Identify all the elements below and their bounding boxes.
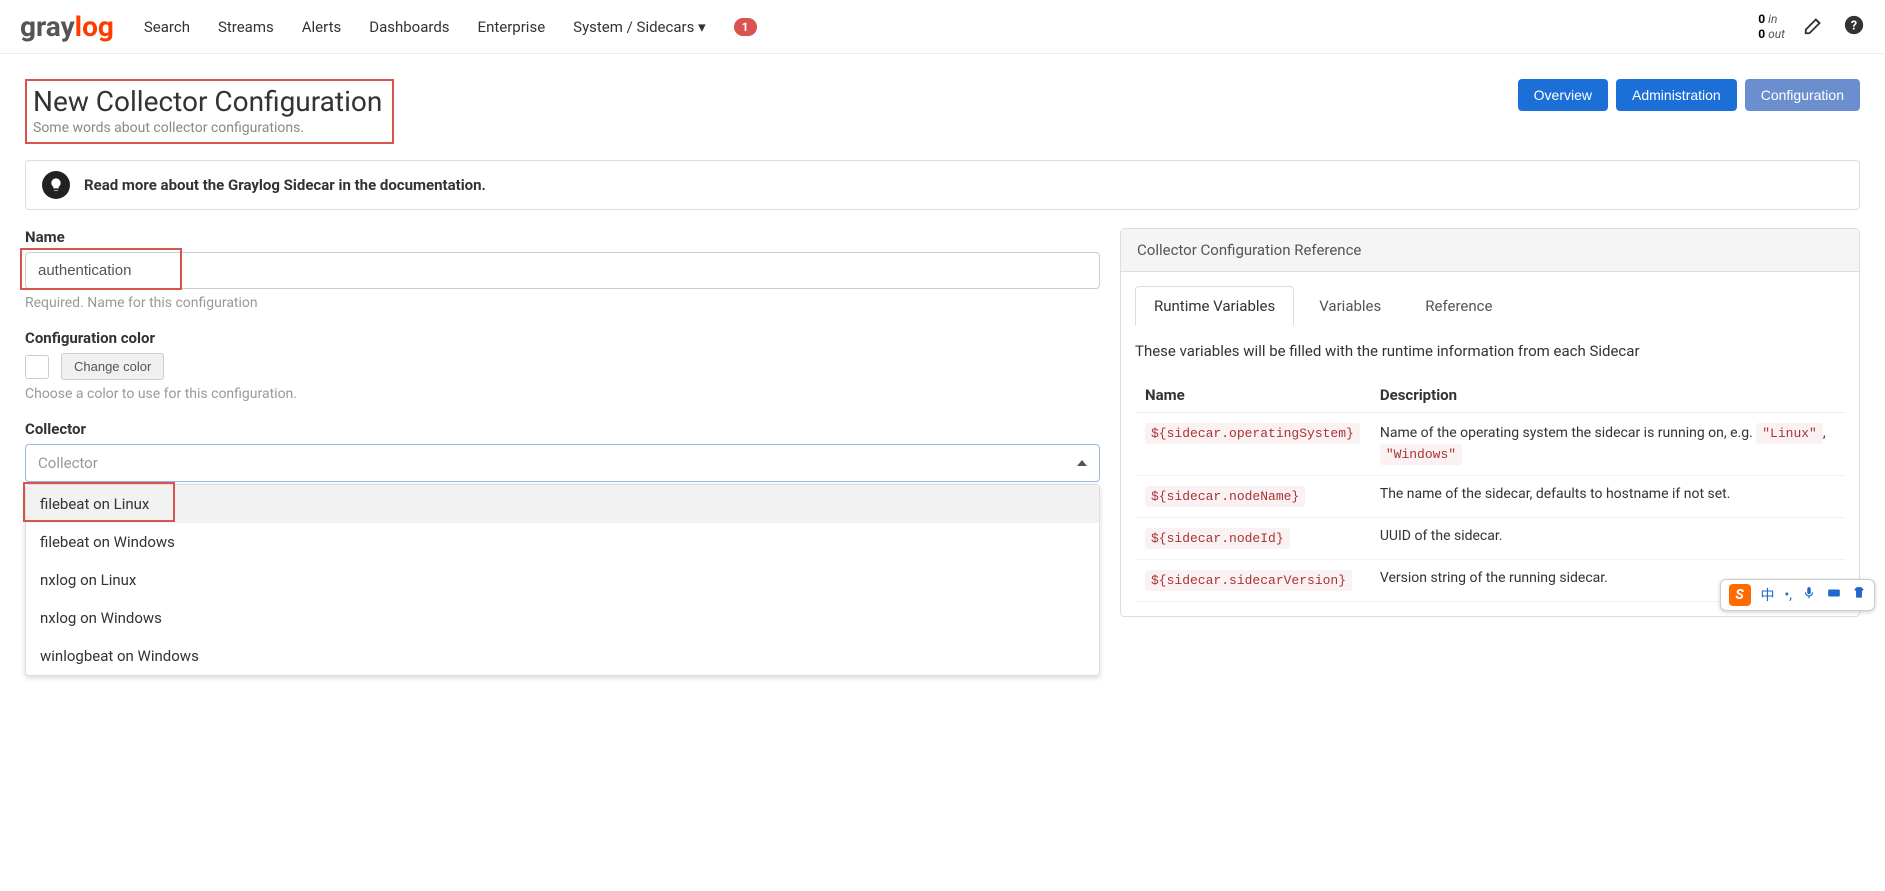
color-swatch[interactable] xyxy=(25,355,49,379)
ime-keyboard-icon[interactable] xyxy=(1826,586,1842,604)
svg-text:?: ? xyxy=(1851,18,1857,33)
page-header: New Collector Configuration Some words a… xyxy=(10,64,1875,154)
ime-punct-icon[interactable]: •, xyxy=(1785,587,1792,603)
option-nxlog-windows[interactable]: nxlog on Windows xyxy=(26,599,1099,637)
var-desc: UUID of the sidecar. xyxy=(1370,518,1845,560)
ime-logo-icon: S xyxy=(1729,584,1751,606)
nav-system[interactable]: System / Sidecars ▾ xyxy=(573,18,705,36)
edit-icon[interactable] xyxy=(1803,14,1825,40)
var-name: ${sidecar.sidecarVersion} xyxy=(1145,570,1352,591)
nav-search[interactable]: Search xyxy=(144,18,190,36)
option-filebeat-linux[interactable]: filebeat on Linux xyxy=(26,485,1099,523)
tabs: Runtime Variables Variables Reference xyxy=(1135,286,1845,326)
page-subtitle: Some words about collector configuration… xyxy=(33,120,382,136)
color-label: Configuration color xyxy=(25,329,1100,347)
nav-alerts[interactable]: Alerts xyxy=(302,18,342,36)
panel-header: Collector Configuration Reference xyxy=(1121,229,1859,272)
page-title: New Collector Configuration xyxy=(33,85,382,118)
reference-panel: Collector Configuration Reference Runtim… xyxy=(1120,228,1860,617)
ime-mic-icon[interactable] xyxy=(1802,586,1816,604)
configuration-button[interactable]: Configuration xyxy=(1745,79,1860,111)
title-block: New Collector Configuration Some words a… xyxy=(25,79,394,144)
tab-variables[interactable]: Variables xyxy=(1300,286,1400,326)
ime-lang[interactable]: 中 xyxy=(1761,585,1775,605)
nav-dashboards[interactable]: Dashboards xyxy=(369,18,449,36)
collector-placeholder: Collector xyxy=(38,454,98,472)
table-row: ${sidecar.operatingSystem} Name of the o… xyxy=(1135,413,1845,476)
col-name: Name xyxy=(1135,378,1370,413)
nav-right: 0 in 0 out ? xyxy=(1758,12,1865,41)
overview-button[interactable]: Overview xyxy=(1518,79,1608,111)
reference-column: Collector Configuration Reference Runtim… xyxy=(1120,228,1860,617)
tab-reference[interactable]: Reference xyxy=(1406,286,1511,326)
reference-table: Name Description ${sidecar.operatingSyst… xyxy=(1135,378,1845,602)
caret-up-icon xyxy=(1077,460,1087,466)
option-winlogbeat-windows[interactable]: winlogbeat on Windows xyxy=(26,637,1099,675)
var-name: ${sidecar.nodeName} xyxy=(1145,486,1305,507)
info-bar: Read more about the Graylog Sidecar in t… xyxy=(25,160,1860,210)
nav-streams[interactable]: Streams xyxy=(218,18,274,36)
var-desc: The name of the sidecar, defaults to hos… xyxy=(1370,476,1845,518)
io-stats: 0 in 0 out xyxy=(1758,12,1785,41)
logo[interactable]: graylog xyxy=(20,10,114,43)
name-label: Name xyxy=(25,228,1100,246)
name-input[interactable] xyxy=(25,252,1100,289)
notification-badge[interactable]: 1 xyxy=(734,18,757,36)
lightbulb-icon xyxy=(42,171,70,199)
collector-label: Collector xyxy=(25,420,1100,438)
nav-enterprise[interactable]: Enterprise xyxy=(478,18,546,36)
header-buttons: Overview Administration Configuration xyxy=(1518,79,1860,111)
administration-button[interactable]: Administration xyxy=(1616,79,1737,111)
collector-select[interactable]: Collector xyxy=(25,444,1100,482)
option-filebeat-windows[interactable]: filebeat on Windows xyxy=(26,523,1099,561)
ime-toolbar[interactable]: S 中 •, xyxy=(1720,579,1875,611)
tab-runtime-variables[interactable]: Runtime Variables xyxy=(1135,286,1294,326)
tab-description: These variables will be filled with the … xyxy=(1135,342,1845,360)
var-name: ${sidecar.nodeId} xyxy=(1145,528,1290,549)
change-color-button[interactable]: Change color xyxy=(61,353,164,380)
nav-items: Search Streams Alerts Dashboards Enterpr… xyxy=(144,18,1758,36)
table-row: ${sidecar.nodeName} The name of the side… xyxy=(1135,476,1845,518)
name-help: Required. Name for this configuration xyxy=(25,295,1100,311)
help-icon[interactable]: ? xyxy=(1843,14,1865,40)
info-text: Read more about the Graylog Sidecar in t… xyxy=(84,176,486,194)
top-nav: graylog Search Streams Alerts Dashboards… xyxy=(0,0,1885,54)
color-help: Choose a color to use for this configura… xyxy=(25,386,1100,402)
ime-skin-icon[interactable] xyxy=(1852,586,1866,604)
var-name: ${sidecar.operatingSystem} xyxy=(1145,423,1360,444)
chevron-down-icon: ▾ xyxy=(698,18,706,36)
collector-dropdown: filebeat on Linux filebeat on Windows nx… xyxy=(25,484,1100,676)
col-description: Description xyxy=(1370,378,1845,413)
form-column: Name Required. Name for this configurati… xyxy=(25,228,1100,617)
table-row: ${sidecar.nodeId} UUID of the sidecar. xyxy=(1135,518,1845,560)
option-nxlog-linux[interactable]: nxlog on Linux xyxy=(26,561,1099,599)
var-desc: Name of the operating system the sidecar… xyxy=(1370,413,1845,476)
